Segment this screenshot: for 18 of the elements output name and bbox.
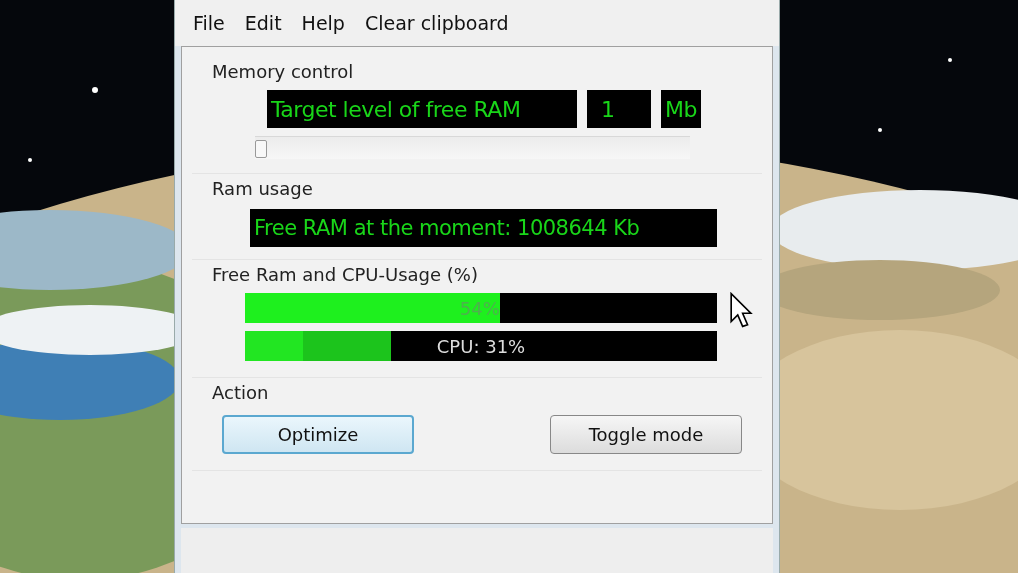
free-ram-display: Free RAM at the moment: 1008644 Kb <box>250 209 717 247</box>
bar-label: 54% <box>459 297 500 319</box>
menu-item[interactable]: Edit <box>234 12 292 34</box>
target-value: 1 <box>587 90 651 128</box>
menu-item[interactable]: Clear clipboard <box>354 12 519 34</box>
section-title: Memory control <box>212 61 354 82</box>
bar-label: CPU: 31% <box>436 335 526 357</box>
target-label: Target level of free RAM <box>267 90 577 128</box>
mouse-pointer-icon <box>728 292 754 328</box>
menu-item[interactable]: File <box>183 12 235 34</box>
section-title: Action <box>212 382 269 403</box>
section-title: Ram usage <box>212 178 313 199</box>
action-button[interactable]: Toggle mode <box>550 415 742 454</box>
menu-item[interactable]: Help <box>291 12 355 34</box>
action-button[interactable]: Optimize <box>222 415 414 454</box>
section-title: Free Ram and CPU-Usage (%) <box>212 264 478 285</box>
slider-thumb[interactable] <box>255 140 267 158</box>
unit-label: Mb <box>661 90 701 128</box>
